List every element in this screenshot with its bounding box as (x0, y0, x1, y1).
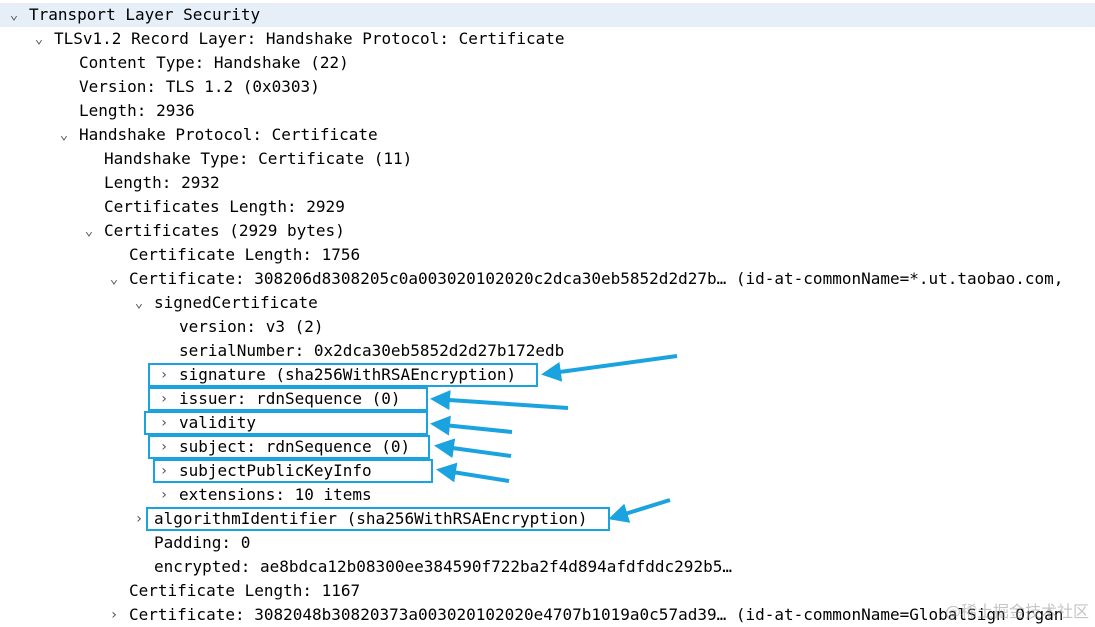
tree-row[interactable]: ⌄ TLSv1.2 Record Layer: Handshake Protoco… (0, 27, 1095, 51)
tree-row[interactable]: ⌄ Handshake Protocol: Certificate (0, 123, 1095, 147)
watermark: @稀土掘金技术社区 (944, 602, 1089, 621)
tree-row-label: Content Type: Handshake (22) (79, 53, 349, 72)
tree-row-label: version: v3 (2) (179, 317, 324, 336)
chevron-down-icon[interactable]: ⌄ (132, 291, 146, 315)
tree-row-label: serialNumber: 0x2dca30eb5852d2d27b172edb (179, 341, 565, 360)
tree-row-label: Length: 2936 (79, 101, 195, 120)
tree-row[interactable]: › Certificate: 3082048b30820373a003020102… (0, 603, 1095, 627)
tree-row[interactable]: › extensions: 10 items (0, 483, 1095, 507)
chevron-right-icon[interactable]: › (107, 603, 121, 627)
tree-row-label: Certificates (2929 bytes) (104, 221, 345, 240)
chevron-down-icon[interactable]: ⌄ (57, 123, 71, 147)
tree-row-label: Padding: 0 (154, 533, 251, 552)
tree-row-label: signedCertificate (154, 293, 318, 312)
highlight-box (148, 363, 538, 387)
tree-row[interactable]: Length: 2936 (0, 99, 1095, 123)
tree-row[interactable]: Length: 2932 (0, 171, 1095, 195)
tree-row[interactable]: ⌄ Certificates (2929 bytes) (0, 219, 1095, 243)
highlight-box (146, 507, 610, 531)
tree-row[interactable]: ⌄ Transport Layer Security (0, 3, 1095, 27)
tree-row-label: Certificates Length: 2929 (104, 197, 345, 216)
tree-row-label: Certificate: 308206d8308205c0a0030201020… (129, 269, 1064, 288)
packet-details-tree: ⌄ Transport Layer Security ⌄ TLSv1.2 Record… (0, 0, 1095, 626)
tree-row-label: Certificate Length: 1167 (129, 581, 361, 600)
tree-row-label: Handshake Protocol: Certificate (79, 125, 378, 144)
tree-row[interactable]: ⌄ signedCertificate (0, 291, 1095, 315)
tree-row[interactable]: Certificate Length: 1756 (0, 243, 1095, 267)
highlight-box (148, 435, 430, 459)
highlight-box (153, 459, 433, 483)
tree-row-label: Certificate Length: 1756 (129, 245, 361, 264)
tree-row[interactable]: Certificate Length: 1167 (0, 579, 1095, 603)
tree-row[interactable]: serialNumber: 0x2dca30eb5852d2d27b172edb (0, 339, 1095, 363)
tree-row-label: encrypted: ae8bdca12b08300ee384590f722ba… (154, 557, 732, 576)
chevron-right-icon[interactable]: › (132, 507, 146, 531)
chevron-right-icon[interactable]: › (157, 483, 171, 507)
chevron-down-icon[interactable]: ⌄ (82, 219, 96, 243)
tree-row-label: Length: 2932 (104, 173, 220, 192)
highlight-box (148, 387, 428, 411)
tree-row-label: Handshake Type: Certificate (11) (104, 149, 413, 168)
highlight-box (144, 411, 428, 435)
tree-row[interactable]: ⌄ Certificate: 308206d8308205c0a003020102… (0, 267, 1095, 291)
tree-row-label: extensions: 10 items (179, 485, 372, 504)
tree-row[interactable]: version: v3 (2) (0, 315, 1095, 339)
tree-row-label: Transport Layer Security (29, 5, 261, 24)
tree-row[interactable]: Handshake Type: Certificate (11) (0, 147, 1095, 171)
tree-row-label: TLSv1.2 Record Layer: Handshake Protocol… (54, 29, 565, 48)
tree-row[interactable]: Padding: 0 (0, 531, 1095, 555)
tree-row[interactable]: Content Type: Handshake (22) (0, 51, 1095, 75)
tree-row-label: Certificate: 3082048b30820373a0030201020… (129, 605, 1064, 624)
tree-row[interactable]: encrypted: ae8bdca12b08300ee384590f722ba… (0, 555, 1095, 579)
chevron-down-icon[interactable]: ⌄ (107, 267, 121, 291)
chevron-down-icon[interactable]: ⌄ (7, 3, 21, 27)
tree-row[interactable]: Version: TLS 1.2 (0x0303) (0, 75, 1095, 99)
tree-row[interactable]: Certificates Length: 2929 (0, 195, 1095, 219)
tree-row-label: Version: TLS 1.2 (0x0303) (79, 77, 320, 96)
chevron-down-icon[interactable]: ⌄ (32, 27, 46, 51)
